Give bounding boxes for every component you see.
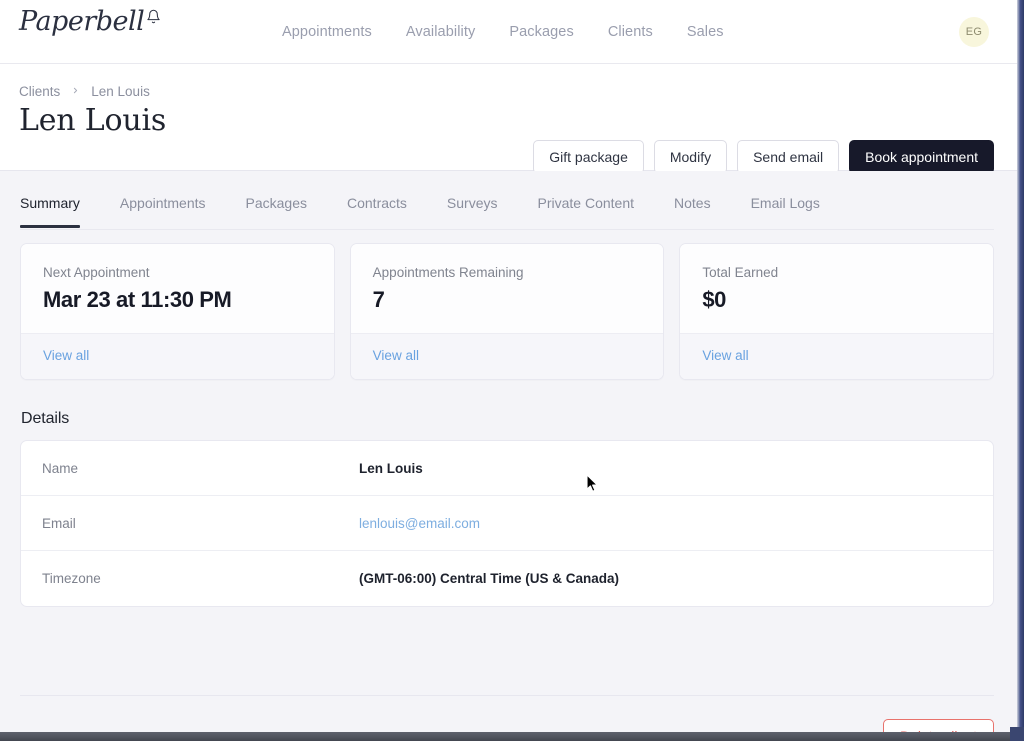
card-value: $0 [702, 287, 971, 313]
breadcrumb-link-clients[interactable]: Clients [19, 84, 60, 99]
email-link[interactable]: lenlouis@email.com [359, 516, 480, 531]
tab-contracts[interactable]: Contracts [347, 195, 407, 228]
card-body: Appointments Remaining 7 [351, 244, 664, 333]
row-label: Email [42, 516, 359, 531]
page-title: Len Louis [19, 103, 166, 138]
card-footer: View all [351, 333, 664, 379]
card-value: 7 [373, 287, 642, 313]
card-next-appointment: Next Appointment Mar 23 at 11:30 PM View… [20, 243, 335, 380]
card-value: Mar 23 at 11:30 PM [43, 287, 312, 313]
card-label: Next Appointment [43, 265, 312, 280]
bell-icon [146, 9, 161, 29]
row-value: (GMT-06:00) Central Time (US & Canada) [359, 571, 619, 586]
browser-page: Paperbell Appointments Availability Pack… [0, 0, 1017, 733]
row-value: Len Louis [359, 461, 423, 476]
tab-surveys[interactable]: Surveys [447, 195, 498, 228]
nav-item-clients[interactable]: Clients [608, 24, 653, 40]
tabs-divider [20, 229, 994, 230]
details-section-title: Details [0, 380, 1017, 440]
card-body: Total Earned $0 [680, 244, 993, 333]
gift-package-button[interactable]: Gift package [533, 140, 644, 174]
nav-item-availability[interactable]: Availability [406, 24, 475, 40]
tab-notes[interactable]: Notes [674, 195, 711, 228]
card-body: Next Appointment Mar 23 at 11:30 PM [21, 244, 334, 333]
tab-summary[interactable]: Summary [20, 195, 80, 228]
view-all-link[interactable]: View all [702, 348, 748, 363]
paperbell-logo[interactable]: Paperbell [19, 8, 161, 35]
nav-item-appointments[interactable]: Appointments [282, 24, 372, 40]
breadcrumb-current: Len Louis [91, 84, 150, 99]
nav-item-packages[interactable]: Packages [509, 24, 573, 40]
book-appointment-button[interactable]: Book appointment [849, 140, 994, 174]
nav-item-sales[interactable]: Sales [687, 24, 724, 40]
main-nav-links: Appointments Availability Packages Clien… [282, 0, 724, 64]
card-label: Total Earned [702, 265, 971, 280]
tab-appointments[interactable]: Appointments [120, 195, 206, 228]
avatar[interactable]: EG [959, 17, 989, 47]
logo-wordmark: Paperbell [19, 8, 144, 35]
tab-packages[interactable]: Packages [246, 195, 307, 228]
summary-cards: Next Appointment Mar 23 at 11:30 PM View… [0, 231, 1017, 380]
table-row: Email lenlouis@email.com [21, 496, 993, 551]
browser-frame-right [1017, 0, 1024, 741]
chevron-right-icon [71, 85, 80, 99]
tab-private-content[interactable]: Private Content [538, 195, 635, 228]
delete-client-button[interactable]: Delete client [883, 719, 994, 733]
client-tabs: Summary Appointments Packages Contracts … [0, 171, 1017, 231]
card-appointments-remaining: Appointments Remaining 7 View all [350, 243, 665, 380]
header-actions: Gift package Modify Send email Book appo… [533, 140, 994, 174]
footer-divider [20, 695, 994, 696]
screenshot-viewport: Paperbell Appointments Availability Pack… [0, 0, 1024, 741]
page-body: Summary Appointments Packages Contracts … [0, 171, 1017, 733]
page-header-band: Clients Len Louis Len Louis Gift package… [0, 64, 1017, 171]
send-email-button[interactable]: Send email [737, 140, 839, 174]
breadcrumb: Clients Len Louis [19, 84, 150, 99]
tab-email-logs[interactable]: Email Logs [751, 195, 820, 228]
details-table: Name Len Louis Email lenlouis@email.com … [20, 440, 994, 607]
view-all-link[interactable]: View all [43, 348, 89, 363]
card-label: Appointments Remaining [373, 265, 642, 280]
card-total-earned: Total Earned $0 View all [679, 243, 994, 380]
row-label: Timezone [42, 571, 359, 586]
browser-frame-corner [1010, 727, 1024, 741]
table-row: Name Len Louis [21, 441, 993, 496]
footer-actions: Delete client [883, 719, 994, 733]
modify-button[interactable]: Modify [654, 140, 727, 174]
card-footer: View all [680, 333, 993, 379]
view-all-link[interactable]: View all [373, 348, 419, 363]
top-navigation-bar: Paperbell Appointments Availability Pack… [0, 0, 1017, 64]
row-label: Name [42, 461, 359, 476]
table-row: Timezone (GMT-06:00) Central Time (US & … [21, 551, 993, 606]
card-footer: View all [21, 333, 334, 379]
browser-frame-bottom [0, 732, 1024, 741]
